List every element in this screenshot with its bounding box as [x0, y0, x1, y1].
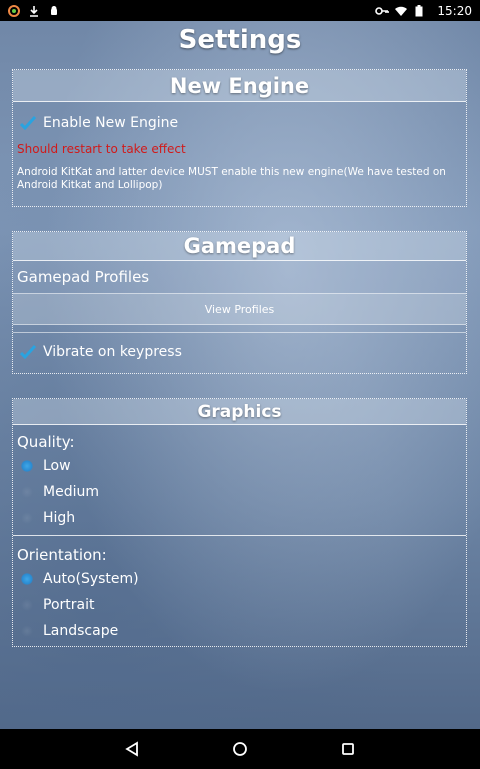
- enable-new-engine-label: Enable New Engine: [43, 115, 179, 131]
- vibrate-on-keypress-checkbox[interactable]: Vibrate on keypress: [13, 339, 466, 365]
- new-engine-header: New Engine: [13, 70, 466, 102]
- gamepad-header: Gamepad: [13, 232, 466, 261]
- orientation-option-landscape[interactable]: Landscape: [13, 618, 466, 644]
- navigation-bar: [0, 729, 480, 769]
- vibrate-label: Vibrate on keypress: [43, 344, 182, 360]
- radio-selected-icon: [21, 460, 33, 472]
- radio-selected-icon: [21, 573, 33, 585]
- quality-option-low[interactable]: Low: [13, 453, 466, 479]
- quality-label: Quality:: [17, 433, 75, 451]
- graphics-panel: Graphics Quality: Low Medium High Orient…: [12, 398, 467, 647]
- quality-option-label: Low: [43, 458, 71, 474]
- engine-note: Android KitKat and latter device MUST en…: [17, 166, 446, 191]
- app-icon: [8, 4, 20, 17]
- graphics-header: Graphics: [13, 399, 466, 425]
- radio-unselected-icon: [21, 486, 33, 498]
- radio-unselected-icon: [21, 599, 33, 611]
- recents-icon[interactable]: [336, 737, 360, 761]
- quality-option-label: Medium: [43, 484, 99, 500]
- quality-option-medium[interactable]: Medium: [13, 479, 466, 505]
- key-icon: [375, 5, 390, 17]
- new-engine-panel: New Engine Enable New Engine Should rest…: [12, 69, 467, 207]
- battery-icon: [415, 4, 427, 17]
- radio-unselected-icon: [21, 625, 33, 637]
- checkmark-icon: [19, 114, 37, 132]
- page-title: Settings: [178, 25, 302, 55]
- checkmark-icon: [19, 343, 37, 361]
- download-icon: [28, 5, 40, 17]
- back-icon[interactable]: [120, 737, 144, 761]
- gamepad-profiles-label: Gamepad Profiles: [13, 261, 466, 293]
- restart-warning: Should restart to take effect: [17, 142, 186, 156]
- view-profiles-button[interactable]: View Profiles: [13, 293, 466, 325]
- home-icon[interactable]: [228, 737, 252, 761]
- divider: [13, 535, 466, 536]
- status-bar: 15:20: [0, 0, 480, 21]
- orientation-option-portrait[interactable]: Portrait: [13, 592, 466, 618]
- wifi-icon: [395, 5, 408, 17]
- gamepad-panel: Gamepad Gamepad Profiles View Profiles V…: [12, 231, 467, 374]
- orientation-label: Orientation:: [17, 546, 107, 564]
- quality-option-high[interactable]: High: [13, 505, 466, 531]
- orientation-option-label: Auto(System): [43, 571, 139, 587]
- android-icon: [48, 5, 60, 17]
- orientation-option-label: Landscape: [43, 623, 119, 639]
- orientation-option-label: Portrait: [43, 597, 95, 613]
- clock: 15:20: [437, 3, 472, 18]
- quality-option-label: High: [43, 510, 76, 526]
- orientation-option-auto[interactable]: Auto(System): [13, 566, 466, 592]
- radio-unselected-icon: [21, 512, 33, 524]
- enable-new-engine-checkbox[interactable]: Enable New Engine: [13, 110, 466, 136]
